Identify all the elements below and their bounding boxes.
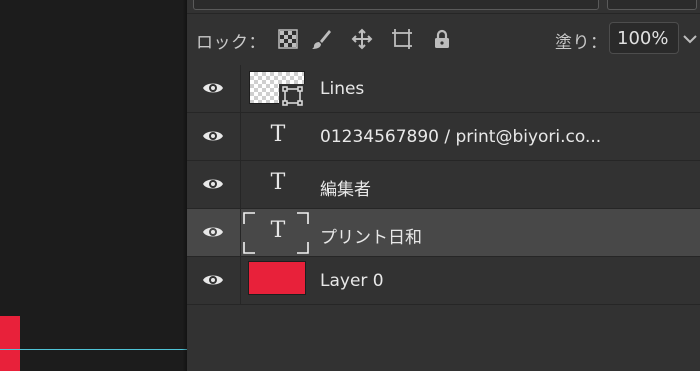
eye-icon xyxy=(203,275,223,285)
lock-artboard-icon[interactable] xyxy=(391,28,413,50)
fill-label: 塗り： xyxy=(555,33,608,53)
layer-name[interactable]: プリント日和 xyxy=(320,223,422,248)
lock-label: ロック： xyxy=(196,33,266,53)
eye-icon xyxy=(203,83,223,93)
text-layer-icon: T xyxy=(270,170,286,195)
lock-all-icon[interactable] xyxy=(431,28,453,50)
eye-icon xyxy=(203,227,223,237)
visibility-toggle[interactable] xyxy=(187,161,241,208)
text-layer-icon: T xyxy=(270,218,286,243)
document-canvas[interactable] xyxy=(0,0,187,371)
canvas-red-shape xyxy=(0,316,20,371)
visibility-toggle[interactable] xyxy=(187,65,241,112)
text-layer-icon: T xyxy=(270,122,286,147)
visibility-toggle[interactable] xyxy=(187,209,241,256)
fill-value: 100% xyxy=(617,28,669,49)
panel-top-strip xyxy=(187,0,700,14)
layer-row[interactable]: Layer 0 xyxy=(187,257,700,305)
layer-name[interactable]: 01234567890 / print@biyori.co... xyxy=(320,127,601,147)
lock-position-icon[interactable] xyxy=(351,28,373,50)
layer-row-selected[interactable]: T プリント日和 xyxy=(187,209,700,257)
eye-icon xyxy=(203,179,223,189)
blend-mode-select[interactable] xyxy=(193,0,599,10)
layer-row[interactable]: T 01234567890 / print@biyori.co... xyxy=(187,113,700,161)
layer-thumbnail xyxy=(248,261,306,295)
chevron-down-icon[interactable] xyxy=(680,22,700,54)
eye-icon xyxy=(203,131,223,141)
layer-name[interactable]: 編集者 xyxy=(320,175,371,200)
canvas-guide-line xyxy=(0,349,187,350)
layer-name[interactable]: Lines xyxy=(320,79,364,99)
opacity-field[interactable] xyxy=(607,0,697,10)
lock-row: ロック： 塗り： 100% xyxy=(187,14,700,64)
layer-row[interactable]: Lines xyxy=(187,65,700,113)
lock-transparent-pixels-icon[interactable] xyxy=(277,28,299,50)
layers-panel: ロック： 塗り： 100% Lines T 01234567890 / prin… xyxy=(187,0,700,371)
visibility-toggle[interactable] xyxy=(187,257,241,304)
layer-row[interactable]: T 編集者 xyxy=(187,161,700,209)
layer-name[interactable]: Layer 0 xyxy=(320,271,384,291)
shape-layer-icon xyxy=(279,84,307,110)
lock-image-pixels-icon[interactable] xyxy=(310,28,332,50)
fill-input[interactable]: 100% xyxy=(609,22,679,54)
visibility-toggle[interactable] xyxy=(187,113,241,160)
layers-list: Lines T 01234567890 / print@biyori.co... xyxy=(187,65,700,305)
